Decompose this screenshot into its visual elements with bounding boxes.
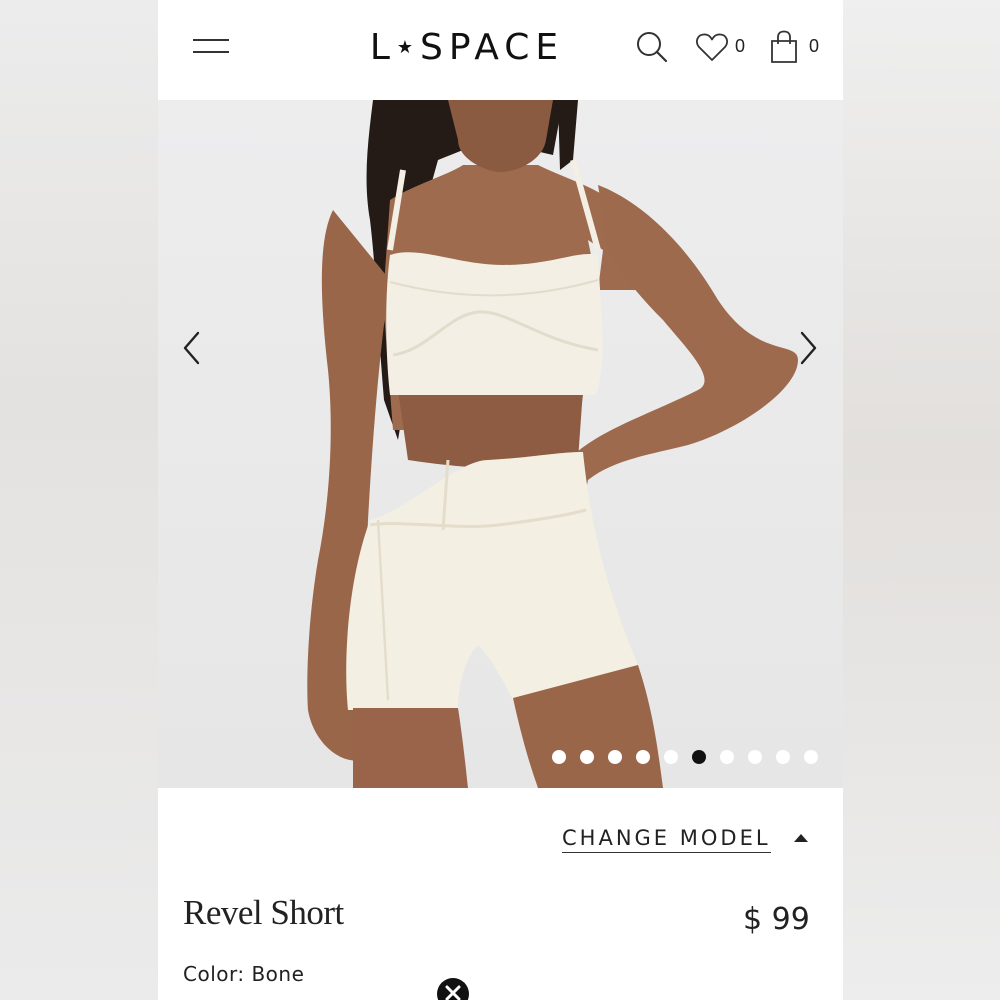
- product-image-carousel[interactable]: [158, 100, 843, 788]
- carousel-dot[interactable]: [720, 750, 734, 764]
- background-left: [0, 0, 158, 1000]
- product-page: L★SPACE 0 0 CHANGE MODEL Revel Short $ 9…: [158, 0, 843, 1000]
- carousel-dot[interactable]: [664, 750, 678, 764]
- bag-icon[interactable]: [770, 30, 798, 64]
- carousel-dot[interactable]: [804, 750, 818, 764]
- brand-logo[interactable]: L★SPACE: [358, 26, 576, 70]
- carousel-dot[interactable]: [692, 750, 706, 764]
- product-price: $ 99: [743, 902, 810, 937]
- carousel-dot[interactable]: [608, 750, 622, 764]
- carousel-dot[interactable]: [552, 750, 566, 764]
- carousel-dot[interactable]: [748, 750, 762, 764]
- close-button[interactable]: [437, 978, 469, 1000]
- product-title: Revel Short: [183, 893, 344, 932]
- color-label: Color: Bone: [183, 962, 305, 986]
- site-header: L★SPACE 0 0: [158, 0, 843, 100]
- caret-up-icon[interactable]: [794, 834, 808, 842]
- carousel-dot[interactable]: [636, 750, 650, 764]
- search-icon[interactable]: [636, 30, 668, 64]
- bag-count: 0: [809, 36, 820, 56]
- carousel-pagination: [552, 750, 818, 764]
- change-model-button[interactable]: CHANGE MODEL: [562, 826, 771, 853]
- carousel-dot[interactable]: [776, 750, 790, 764]
- close-icon: [445, 985, 461, 1000]
- chevron-left-icon[interactable]: [180, 330, 204, 366]
- background-right: [842, 0, 1000, 1000]
- menu-icon[interactable]: [193, 37, 229, 57]
- product-photo: [307, 100, 798, 788]
- carousel-dot[interactable]: [580, 750, 594, 764]
- heart-icon[interactable]: [695, 30, 729, 64]
- chevron-right-icon[interactable]: [796, 330, 820, 366]
- wishlist-count: 0: [735, 36, 746, 56]
